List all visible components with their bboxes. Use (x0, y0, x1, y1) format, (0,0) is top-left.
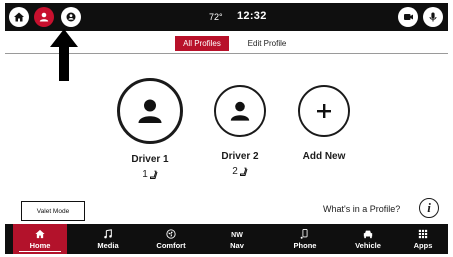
clock: 12:32 (237, 10, 267, 22)
driver-1-memory: 1 (105, 169, 195, 180)
driver-1-name: Driver 1 (131, 154, 169, 165)
temperature-readout: 72° (209, 12, 223, 22)
screen-off-button[interactable] (398, 7, 418, 27)
home-icon (14, 12, 24, 22)
whats-in-profile-label[interactable]: What's in a Profile? (323, 204, 400, 214)
nav-media-label: Media (97, 241, 119, 250)
nav-nav[interactable]: NW Nav (207, 224, 267, 254)
add-profile-button[interactable] (298, 85, 350, 137)
phone-icon (300, 229, 308, 239)
compass-icon: NW (231, 232, 243, 239)
home-shortcut-button[interactable] (9, 7, 29, 27)
bottom-nav: Home Media Comfort NW Nav Phone Vehicle (5, 224, 448, 254)
valet-mode-button[interactable]: Valet Mode (21, 201, 85, 221)
tab-all-profiles[interactable]: All Profiles (175, 36, 229, 51)
profile-driver-1[interactable]: Driver 1 1 (105, 78, 195, 180)
nav-comfort[interactable]: Comfort (141, 224, 201, 254)
driver-2-number: 2 (232, 166, 238, 177)
seat-icon (239, 167, 248, 176)
screen-frame: 72° 12:32 All Profiles Edit Profile Driv… (5, 3, 448, 254)
music-note-icon (104, 229, 112, 239)
nav-phone-label: Phone (293, 241, 317, 250)
seat-icon (149, 170, 158, 179)
car-icon (363, 230, 373, 239)
profile-button[interactable] (34, 7, 54, 27)
plus-icon (317, 104, 331, 118)
nav-home-label: Home (29, 241, 51, 250)
driver-2-avatar[interactable] (214, 85, 266, 137)
active-indicator (19, 250, 61, 252)
info-icon[interactable]: i (419, 198, 439, 218)
add-new-label: Add New (302, 151, 346, 162)
nav-vehicle-label: Vehicle (355, 241, 381, 250)
profile-add-new[interactable]: Add New (279, 85, 369, 162)
driver-icon (66, 12, 76, 22)
person-icon (39, 12, 49, 22)
apps-grid-icon (418, 229, 428, 239)
profile-driver-2[interactable]: Driver 2 2 (195, 85, 285, 177)
driver-1-avatar[interactable] (117, 78, 183, 144)
screen-icon (404, 14, 413, 20)
up-arrow-icon (50, 29, 78, 81)
home-icon (35, 229, 45, 239)
person-icon (138, 99, 162, 123)
nav-apps[interactable]: Apps (393, 224, 448, 254)
driver-1-number: 1 (142, 169, 148, 180)
driver-2-name: Driver 2 (221, 151, 259, 162)
nav-nav-label: Nav (230, 241, 244, 250)
tab-edit-profile[interactable]: Edit Profile (237, 36, 297, 51)
nav-home[interactable]: Home (13, 224, 67, 254)
nav-media[interactable]: Media (78, 224, 138, 254)
driver-assist-button[interactable] (61, 7, 81, 27)
nav-phone[interactable]: Phone (275, 224, 335, 254)
nav-comfort-label: Comfort (156, 241, 186, 250)
driver-2-memory: 2 (195, 166, 285, 177)
nav-apps-label: Apps (413, 241, 433, 250)
voice-button[interactable] (423, 7, 443, 27)
person-icon (230, 101, 250, 121)
microphone-icon (429, 12, 437, 22)
nav-vehicle[interactable]: Vehicle (338, 224, 398, 254)
fan-icon (166, 229, 176, 239)
